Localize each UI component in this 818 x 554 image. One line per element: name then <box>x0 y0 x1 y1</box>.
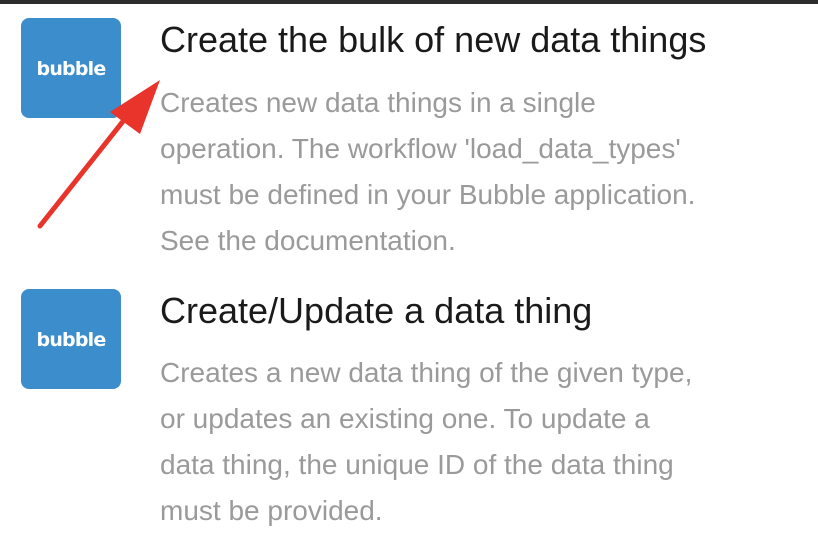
bubble-logo-icon[interactable]: bubble <box>21 289 121 389</box>
action-title[interactable]: Create/Update a data thing <box>160 289 592 333</box>
action-description: Creates a new data thing of the given ty… <box>160 350 810 534</box>
bubble-logo-icon[interactable]: bubble <box>21 18 121 118</box>
action-item-create-update[interactable]: bubble Create/Update a data thing Create… <box>0 270 818 554</box>
description-line: Creates new data things in a single <box>160 87 596 118</box>
description-line: See the documentation. <box>160 225 456 256</box>
bubble-logo-text: bubble <box>36 329 107 351</box>
description-line: must be provided. <box>160 495 383 526</box>
description-line: operation. The workflow 'load_data_types… <box>160 133 681 164</box>
action-item-bulk-create[interactable]: bubble Create the bulk of new data thing… <box>0 0 818 270</box>
description-line: Creates a new data thing of the given ty… <box>160 357 693 388</box>
description-line: data thing, the unique ID of the data th… <box>160 449 674 480</box>
description-line: must be defined in your Bubble applicati… <box>160 179 696 210</box>
action-title[interactable]: Create the bulk of new data things <box>160 18 706 62</box>
action-description: Creates new data things in a single oper… <box>160 80 810 264</box>
description-line: or updates an existing one. To update a <box>160 403 650 434</box>
bubble-logo-text: bubble <box>36 58 107 80</box>
